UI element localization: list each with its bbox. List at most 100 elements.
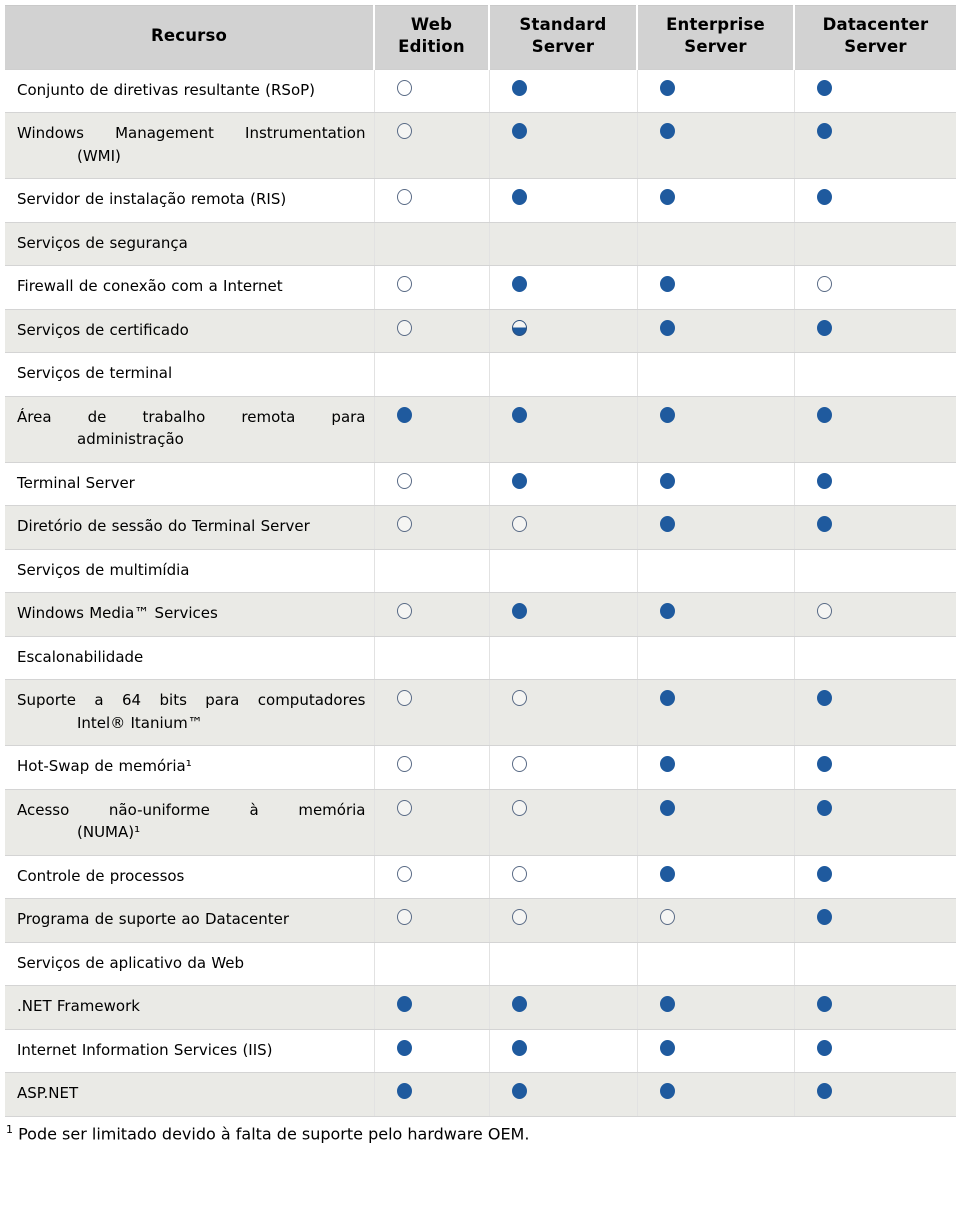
section-label-cell: Serviços de aplicativo da Web xyxy=(5,942,375,987)
support-cell-datacenter xyxy=(794,1072,956,1117)
support-cell-datacenter xyxy=(794,352,956,397)
support-cell-datacenter xyxy=(794,636,956,681)
feature-name-cell: Área de trabalho remota para administraçã… xyxy=(5,396,375,463)
feature-name-line: Intel® Itanium™ xyxy=(77,713,203,732)
feature-name-cell: Internet Information Services (IIS) xyxy=(5,1029,375,1074)
feature-name-line: administração xyxy=(77,430,184,449)
filled-circle-icon xyxy=(396,1039,412,1056)
filled-circle-icon xyxy=(511,603,527,620)
table-row: Serviços de terminal xyxy=(5,352,956,397)
feature-name-cell: Serviços de certificado xyxy=(5,309,375,354)
support-cell-web xyxy=(374,679,490,747)
empty-circle-icon xyxy=(396,865,412,882)
feature-name-line: Windows Media™ Services xyxy=(17,604,218,623)
filled-circle-icon xyxy=(659,690,675,707)
empty-circle-icon xyxy=(396,799,412,816)
empty-circle-icon xyxy=(511,799,527,816)
filled-circle-icon xyxy=(396,996,412,1013)
empty-circle-icon xyxy=(396,516,412,533)
feature-name-cell: Windows Media™ Services xyxy=(5,592,375,637)
section-label-cell: Escalonabilidade xyxy=(5,636,375,681)
support-cell-enterprise xyxy=(637,265,795,310)
support-cell-standard xyxy=(489,178,638,223)
feature-name-line: Terminal Server xyxy=(17,473,135,492)
support-cell-web xyxy=(374,309,490,354)
table-row: Serviços de aplicativo da Web xyxy=(5,942,956,987)
support-cell-datacenter xyxy=(794,69,956,114)
filled-circle-icon xyxy=(659,79,675,96)
support-cell-web xyxy=(374,855,490,900)
column-header-enterprise-line2: Server xyxy=(684,37,747,57)
support-cell-datacenter xyxy=(794,1029,956,1074)
feature-name-line: Serviços de terminal xyxy=(17,364,173,383)
feature-name-line: .NET Framework xyxy=(17,997,140,1016)
support-cell-standard xyxy=(489,789,638,856)
feature-name-line: Serviços de multimídia xyxy=(17,560,190,579)
feature-name-line: (NUMA)¹ xyxy=(77,823,141,842)
column-header-resource: Recurso xyxy=(5,5,375,70)
support-cell-standard xyxy=(489,1072,638,1117)
section-label-cell: Serviços de segurança xyxy=(5,222,375,267)
filled-circle-icon xyxy=(511,189,527,206)
empty-circle-icon xyxy=(396,123,412,140)
empty-circle-icon xyxy=(396,603,412,620)
filled-circle-icon xyxy=(659,996,675,1013)
feature-name-cell: ASP.NET xyxy=(5,1072,375,1117)
empty-circle-icon xyxy=(511,756,527,773)
support-cell-standard xyxy=(489,855,638,900)
support-cell-web xyxy=(374,505,490,550)
support-cell-standard xyxy=(489,679,638,747)
empty-circle-icon xyxy=(396,472,412,489)
column-header-standard-line2: Server xyxy=(531,37,595,57)
filled-circle-icon xyxy=(659,123,675,140)
table-row: Internet Information Services (IIS) xyxy=(5,1029,956,1074)
support-cell-web xyxy=(374,1072,490,1117)
support-cell-enterprise xyxy=(637,942,795,987)
feature-name-line: Conjunto de diretivas resultante (RSoP) xyxy=(17,80,316,99)
support-cell-datacenter xyxy=(794,855,956,900)
column-header-enterprise-line1: Enterprise xyxy=(666,15,765,34)
feature-name-line: Programa de suporte ao Datacenter xyxy=(17,910,290,929)
filled-circle-icon xyxy=(511,472,527,489)
filled-circle-icon xyxy=(816,319,832,336)
feature-name-line: Serviços de segurança xyxy=(17,233,188,252)
support-cell-web xyxy=(374,352,490,397)
empty-circle-icon xyxy=(511,909,527,926)
feature-name-line: Escalonabilidade xyxy=(17,647,144,666)
filled-circle-icon xyxy=(396,406,412,423)
support-cell-enterprise xyxy=(637,112,795,180)
filled-circle-icon xyxy=(511,996,527,1013)
support-cell-enterprise xyxy=(637,592,795,637)
support-cell-datacenter xyxy=(794,789,956,856)
support-cell-enterprise xyxy=(637,178,795,223)
feature-name-line: (WMI) xyxy=(77,146,121,165)
support-cell-standard xyxy=(489,745,638,790)
section-label-cell: Serviços de terminal xyxy=(5,352,375,397)
filled-circle-icon xyxy=(659,799,675,816)
support-cell-datacenter xyxy=(794,549,956,594)
filled-circle-icon xyxy=(659,406,675,423)
column-header-enterprise-server: Enterprise Server xyxy=(637,5,795,70)
feature-name-cell: Controle de processos xyxy=(5,855,375,900)
support-cell-web xyxy=(374,1029,490,1074)
half-filled-circle-icon xyxy=(511,319,527,336)
empty-circle-icon xyxy=(396,690,412,707)
feature-name-cell: Firewall de conexão com a Internet xyxy=(5,265,375,310)
feature-name-line: Acesso não-uniforme à memória xyxy=(17,800,366,819)
filled-circle-icon xyxy=(816,406,832,423)
filled-circle-icon xyxy=(816,865,832,882)
empty-circle-icon xyxy=(816,603,832,620)
table-row: Serviços de certificado xyxy=(5,309,956,354)
filled-circle-icon xyxy=(659,472,675,489)
support-cell-web xyxy=(374,636,490,681)
table-row: ASP.NET xyxy=(5,1072,956,1117)
support-cell-enterprise xyxy=(637,789,795,856)
column-header-resource-line1: Recurso xyxy=(150,26,228,46)
support-cell-web xyxy=(374,745,490,790)
filled-circle-icon xyxy=(659,865,675,882)
filled-circle-icon xyxy=(659,756,675,773)
feature-name-cell: Diretório de sessão do Terminal Server xyxy=(5,505,375,550)
support-cell-web xyxy=(374,222,490,267)
filled-circle-icon xyxy=(816,516,832,533)
support-cell-enterprise xyxy=(637,69,795,114)
